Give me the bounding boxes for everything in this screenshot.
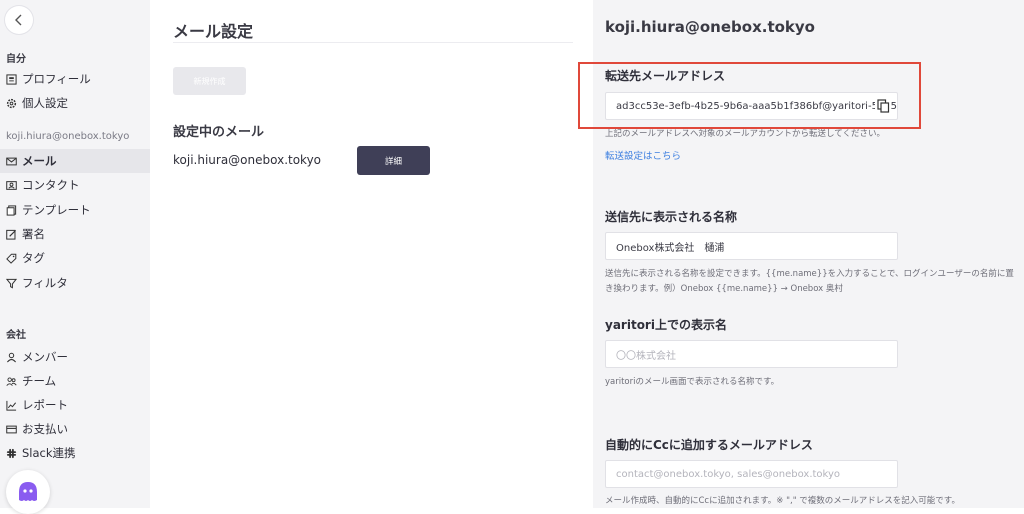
mail-detail-panel: koji.hiura@onebox.tokyo 転送先メールアドレス ad3cc… — [593, 0, 1024, 508]
sidebar-item-contact[interactable]: コンタクト — [0, 173, 150, 197]
slack-icon — [5, 447, 17, 459]
forward-address-value: ad3cc53e-3efb-4b25-9b6a-aaa5b1f386bf@yar… — [616, 100, 898, 112]
sidebar-item-report[interactable]: レポート — [0, 393, 150, 417]
sidebar-item-profile[interactable]: プロフィール — [0, 67, 150, 91]
team-icon — [5, 375, 17, 387]
forward-address-label: 転送先メールアドレス — [605, 69, 726, 83]
sidebar-item-label: コンタクト — [22, 178, 80, 192]
profile-icon — [5, 73, 17, 85]
contact-icon — [5, 179, 17, 191]
display-name-help: yaritoriのメール画面で表示される名称です。 — [605, 377, 780, 387]
chevron-left-icon — [15, 14, 22, 26]
auto-cc-label: 自動的にCcに追加するメールアドレス — [605, 438, 813, 452]
sidebar-item-mail[interactable]: メール — [0, 149, 150, 173]
sidebar-item-label: タグ — [22, 251, 45, 265]
sender-name-help: 送信先に表示される名称を設定できます。{{me.name}}を入力することで、ロ… — [605, 269, 1014, 294]
copy-icon[interactable] — [875, 98, 891, 114]
forward-address-help: 上記のメールアドレスへ対象のメールアカウントから転送してください。 — [605, 129, 885, 139]
section-label-account: koji.hiura@onebox.tokyo — [6, 131, 130, 142]
filter-icon — [5, 277, 17, 289]
forward-settings-link[interactable]: 転送設定はこちら — [605, 148, 681, 162]
sidebar-item-label: お支払い — [22, 422, 68, 436]
sidebar-item-member[interactable]: メンバー — [0, 345, 150, 369]
member-icon — [5, 351, 17, 363]
detail-title: koji.hiura@onebox.tokyo — [605, 18, 815, 36]
ghost-bot-icon — [19, 482, 37, 501]
sidebar-item-label: プロフィール — [22, 72, 91, 86]
sidebar-item-label: Slack連携 — [22, 446, 76, 460]
report-icon — [5, 399, 17, 411]
detail-button[interactable]: 詳細 — [357, 146, 430, 175]
sidebar-item-label: フィルタ — [22, 276, 68, 290]
signature-icon — [5, 228, 17, 240]
sidebar-item-template[interactable]: テンプレート — [0, 198, 150, 222]
sidebar-item-label: 署名 — [22, 227, 45, 241]
configured-mail-heading: 設定中のメール — [173, 125, 265, 140]
section-label-company: 会社 — [6, 330, 26, 341]
payment-icon — [5, 423, 17, 435]
sidebar-item-signature[interactable]: 署名 — [0, 222, 150, 246]
mail-icon — [5, 155, 17, 167]
sidebar: 自分 プロフィール 個人設定 koji.hiura@onebox.tokyo メ… — [0, 0, 150, 514]
sidebar-item-label: チーム — [22, 374, 57, 388]
sidebar-item-payment[interactable]: お支払い — [0, 417, 150, 441]
sidebar-item-label: メール — [22, 154, 57, 168]
template-icon — [5, 204, 17, 216]
auto-cc-help: メール作成時、自動的にCcに追加されます。※ "," で複数のメールアドレスを記… — [605, 496, 960, 506]
section-label-personal: 自分 — [6, 54, 26, 65]
sidebar-item-label: レポート — [22, 398, 68, 412]
chat-assistant-button[interactable] — [6, 470, 50, 514]
gear-icon — [5, 97, 17, 109]
sidebar-item-label: 個人設定 — [22, 96, 68, 110]
sidebar-item-label: メンバー — [22, 350, 68, 364]
new-create-button[interactable]: 新規作成 — [173, 67, 246, 95]
mail-settings-panel: メール設定 新規作成 設定中のメール koji.hiura@onebox.tok… — [150, 0, 593, 508]
sidebar-item-filter[interactable]: フィルタ — [0, 271, 150, 295]
tag-icon — [5, 252, 17, 264]
display-name-input[interactable]: 〇〇株式会社 — [605, 340, 898, 368]
sidebar-item-slack[interactable]: Slack連携 — [0, 441, 150, 465]
sidebar-item-tag[interactable]: タグ — [0, 246, 150, 270]
sidebar-item-team[interactable]: チーム — [0, 369, 150, 393]
page-title: メール設定 — [173, 22, 254, 41]
back-button[interactable] — [5, 6, 33, 34]
sidebar-item-personal-settings[interactable]: 個人設定 — [0, 91, 150, 115]
forward-address-field[interactable]: ad3cc53e-3efb-4b25-9b6a-aaa5b1f386bf@yar… — [605, 92, 898, 120]
display-name-label: yaritori上での表示名 — [605, 318, 727, 332]
divider — [173, 42, 573, 43]
sidebar-item-label: テンプレート — [22, 203, 91, 217]
auto-cc-input[interactable]: contact@onebox.tokyo, sales@onebox.tokyo — [605, 460, 898, 488]
sender-name-label: 送信先に表示される名称 — [605, 210, 738, 224]
sender-name-input[interactable]: Onebox株式会社 樋浦 — [605, 232, 898, 260]
configured-mail-address: koji.hiura@onebox.tokyo — [173, 153, 322, 167]
